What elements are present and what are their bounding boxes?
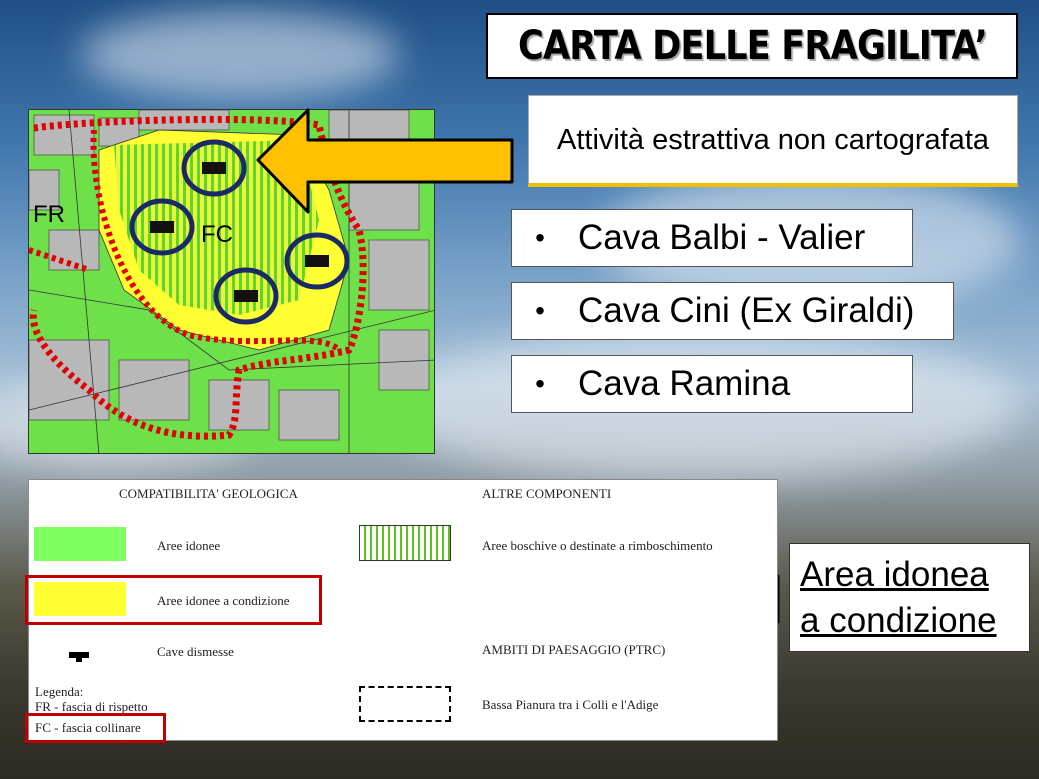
callout-line-2: a condizione [800, 601, 997, 640]
legend-bassa-pianura: Bassa Pianura tra i Colli e l'Adige [482, 697, 659, 712]
swatch-bassa-pianura [359, 686, 451, 722]
highlight-fc-fascia [25, 713, 166, 743]
legend-aree-idonee: Aree idonee [157, 538, 221, 553]
legend-cave-dismesse: Cave dismesse [157, 644, 234, 659]
swatch-aree-boschive [359, 525, 451, 561]
legend-section-ambiti: AMBITI DI PAESAGGIO (PTRC) [482, 642, 666, 657]
legend-section-geologica: COMPATIBILITA' GEOLOGICA [119, 486, 298, 501]
legend-aree-boschive: Aree boschive o destinate a rimboschimen… [482, 538, 713, 553]
yellow-arrow [256, 108, 514, 214]
callout-line-1: Area idonea [800, 555, 989, 594]
cave-dismesse-icon-stem [76, 658, 82, 662]
legend-section-altre: ALTRE COMPONENTI [482, 486, 612, 501]
area-idonea-callout: Area idonea a condizione [789, 543, 1030, 652]
highlight-aree-condizione [25, 575, 322, 625]
legenda-heading: Legenda: [35, 684, 84, 699]
swatch-aree-idonee [34, 527, 126, 561]
